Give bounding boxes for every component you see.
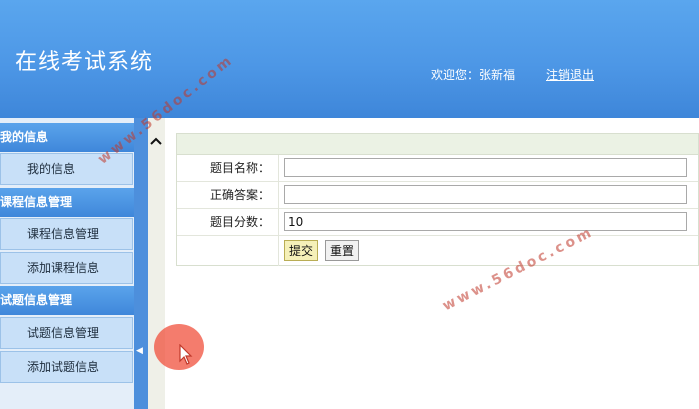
submit-button[interactable]: 提交	[284, 240, 319, 261]
welcome-text: 欢迎您：张新福	[431, 68, 516, 82]
logout-link[interactable]: 注销退出	[546, 66, 594, 83]
form-row-actions: 提交 重置	[177, 236, 698, 266]
sidebar-splitter[interactable]	[134, 118, 148, 409]
question-name-input[interactable]	[284, 158, 687, 177]
form-row-question-score: 题目分数：	[177, 209, 698, 236]
mouse-pointer-icon	[179, 343, 193, 369]
question-name-label: 题目名称：	[177, 155, 279, 181]
menu-group-question-management[interactable]: 试题信息管理	[0, 286, 134, 315]
menu-group-course-management[interactable]: 课程信息管理	[0, 188, 134, 217]
actions-label-cell	[177, 236, 279, 266]
triangle-left-icon[interactable]: ◀	[136, 346, 143, 356]
chevron-up-icon[interactable]	[149, 134, 163, 150]
form-header-bar	[177, 134, 698, 155]
correct-answer-input[interactable]	[284, 185, 687, 204]
sidebar-item-add-course[interactable]: 添加课程信息	[0, 252, 133, 284]
reset-button[interactable]: 重置	[325, 240, 360, 261]
scroll-strip	[148, 118, 165, 409]
sidebar: 我的信息 我的信息 课程信息管理 课程信息管理 添加课程信息 试题信息管理 试题…	[0, 118, 134, 409]
sidebar-item-add-question[interactable]: 添加试题信息	[0, 351, 133, 383]
form-row-correct-answer: 正确答案：	[177, 182, 698, 209]
form-row-question-name: 题目名称：	[177, 155, 698, 182]
correct-answer-label: 正确答案：	[177, 182, 279, 208]
sidebar-item-course-management[interactable]: 课程信息管理	[0, 218, 133, 250]
question-score-label: 题目分数：	[177, 209, 279, 235]
app-title: 在线考试系统	[15, 50, 154, 75]
question-form: 题目名称： 正确答案： 题目分数： 提交 重置	[176, 133, 699, 266]
header-banner: 在线考试系统 欢迎您：张新福 注销退出	[0, 0, 699, 118]
question-score-input[interactable]	[284, 212, 687, 231]
sidebar-item-question-management[interactable]: 试题信息管理	[0, 317, 133, 349]
content-area: 题目名称： 正确答案： 题目分数： 提交 重置	[165, 118, 699, 409]
